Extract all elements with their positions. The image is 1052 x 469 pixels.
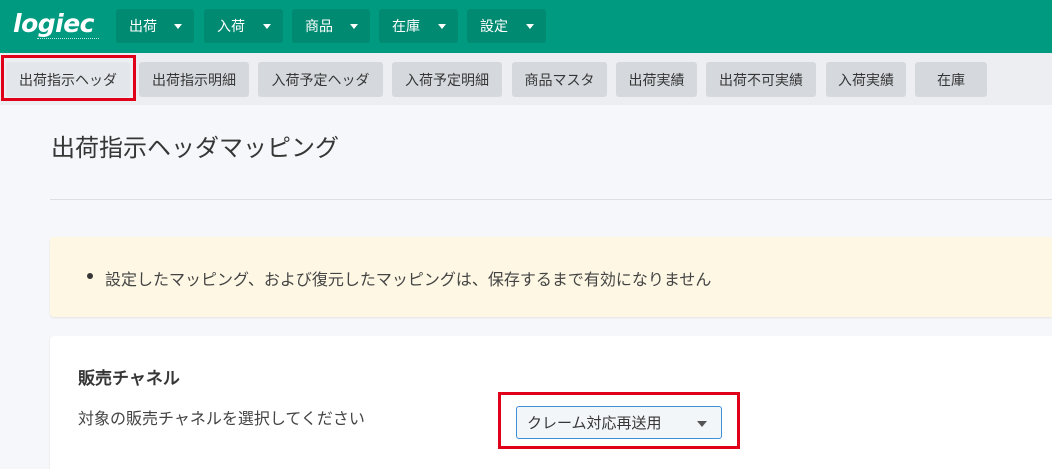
tab-label: 出荷不可実績 <box>719 72 803 89</box>
nav-receiving-dropdown[interactable]: 入荷 <box>204 9 283 43</box>
sales-channel-label: 販売チャネル <box>78 369 180 389</box>
mapping-tab-bar: 出荷指示ヘッダ 出荷指示明細 入荷予定ヘッダ 入荷予定明細 商品マスタ 出荷実績… <box>0 53 1052 105</box>
tab-shipping-results[interactable]: 出荷実績 <box>616 62 697 97</box>
top-navbar: logiec 出荷 入荷 商品 在庫 設定 <box>0 0 1052 53</box>
tab-inventory[interactable]: 在庫 <box>915 62 987 97</box>
divider <box>50 199 1052 200</box>
chevron-down-icon <box>350 24 358 29</box>
nav-inventory-label: 在庫 <box>392 19 420 35</box>
nav-shipping-label: 出荷 <box>129 19 157 35</box>
nav-products-dropdown[interactable]: 商品 <box>292 9 370 43</box>
logo-text: logiec <box>13 9 94 38</box>
tab-label: 出荷実績 <box>628 72 685 89</box>
tab-label: 商品マスタ <box>524 72 595 89</box>
tab-shipping-order-detail[interactable]: 出荷指示明細 <box>139 62 249 97</box>
nav-settings-label: 設定 <box>480 19 508 35</box>
tab-receiving-plan-detail[interactable]: 入荷予定明細 <box>392 62 502 97</box>
tab-label: 入荷実績 <box>838 72 894 89</box>
tab-label: 出荷指示明細 <box>152 72 236 89</box>
highlight-sales-channel-select <box>498 392 740 449</box>
chevron-down-icon <box>174 24 182 29</box>
nav-inventory-dropdown[interactable]: 在庫 <box>379 9 458 43</box>
notice-box: 設定したマッピング、および復元したマッピングは、保存するまで有効になりません <box>50 237 1052 317</box>
page-title: 出荷指示ヘッダマッピング <box>51 134 339 162</box>
tab-label: 在庫 <box>937 72 965 89</box>
tab-product-master[interactable]: 商品マスタ <box>512 62 607 97</box>
tab-label: 入荷予定明細 <box>405 72 489 89</box>
logiec-logo[interactable]: logiec <box>13 11 99 43</box>
nav-products-label: 商品 <box>305 19 333 35</box>
sales-channel-help: 対象の販売チャネルを選択してください <box>78 409 365 428</box>
notice-text: 設定したマッピング、および復元したマッピングは、保存するまで有効になりません <box>105 270 712 289</box>
nav-shipping-dropdown[interactable]: 出荷 <box>116 9 194 43</box>
tab-label: 入荷予定ヘッダ <box>271 72 370 89</box>
nav-receiving-label: 入荷 <box>217 19 245 35</box>
nav-settings-dropdown[interactable]: 設定 <box>467 9 546 43</box>
chevron-down-icon <box>526 24 534 29</box>
highlight-active-tab <box>1 55 136 101</box>
chevron-down-icon <box>263 24 271 29</box>
tab-unshippable-results[interactable]: 出荷不可実績 <box>706 62 816 97</box>
chevron-down-icon <box>438 24 446 29</box>
bullet-icon <box>87 273 93 279</box>
tab-receiving-plan-header[interactable]: 入荷予定ヘッダ <box>258 62 383 97</box>
tab-receiving-results[interactable]: 入荷実績 <box>826 62 906 97</box>
